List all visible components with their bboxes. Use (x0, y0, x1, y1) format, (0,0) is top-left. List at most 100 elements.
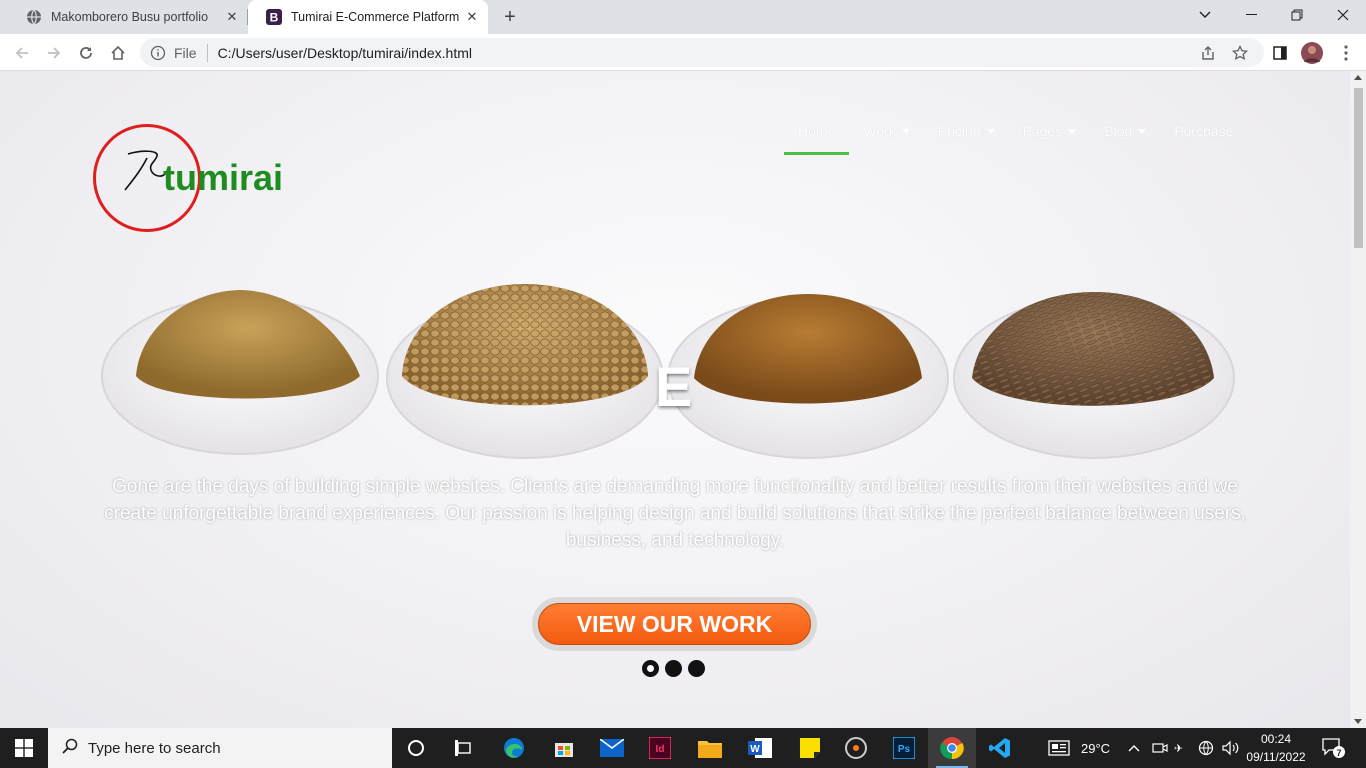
security-label: File (174, 44, 197, 61)
windows-start-button[interactable] (0, 728, 48, 768)
search-placeholder: Type here to search (88, 739, 221, 757)
tab-search-chevron-icon[interactable] (1182, 0, 1228, 30)
browser-toolbar: File C:/Users/user/Desktop/tumirai/index… (0, 34, 1366, 71)
reload-button[interactable] (72, 39, 100, 67)
close-window-button[interactable] (1320, 0, 1366, 30)
tab-portfolio[interactable]: Makomborero Busu portfolio ✕ (8, 0, 248, 34)
carousel-dot-3[interactable] (688, 660, 705, 677)
close-tab-icon[interactable]: ✕ (464, 9, 480, 25)
favicon-letter: B (270, 11, 279, 25)
svg-text:✈: ✈ (1174, 742, 1183, 755)
globe-icon (26, 9, 42, 25)
taskbar-search-box[interactable]: Type here to search (48, 728, 392, 768)
url-text[interactable]: C:/Users/user/Desktop/tumirai/index.html (218, 45, 472, 61)
home-button[interactable] (104, 39, 132, 67)
svg-text:W: W (750, 744, 760, 755)
news-widget-icon[interactable] (1048, 728, 1070, 768)
edge-browser-icon[interactable] (490, 728, 538, 768)
page-scrollbar[interactable] (1350, 71, 1366, 728)
bookmark-star-icon[interactable] (1226, 39, 1254, 67)
info-icon[interactable] (150, 45, 166, 61)
nav-item-blog[interactable]: Blog (1090, 121, 1160, 155)
vscode-icon[interactable] (976, 728, 1024, 768)
media-player-icon[interactable] (832, 728, 880, 768)
restore-button[interactable] (1274, 0, 1320, 30)
site-logo[interactable]: tumirai (93, 124, 303, 234)
input-method-icon[interactable]: ✈ (1174, 728, 1192, 768)
caret-down-icon (901, 129, 910, 134)
bowl-1 (101, 290, 379, 455)
search-icon (62, 738, 78, 758)
nav-item-pricing[interactable]: Pricing (924, 121, 1009, 155)
sticky-notes-icon[interactable] (786, 728, 834, 768)
forward-button[interactable] (40, 39, 68, 67)
scroll-up-icon[interactable] (1354, 75, 1362, 80)
microsoft-store-icon[interactable] (540, 728, 588, 768)
scroll-down-icon[interactable] (1354, 719, 1362, 724)
view-our-work-button[interactable]: VIEW OUR WORK (538, 603, 811, 645)
hero-tagline: Gone are the days of building simple web… (104, 476, 1246, 551)
nav-label: Home (798, 123, 836, 139)
logo-wordmark: tumirai (163, 157, 284, 198)
main-navigation: Home Work Pricing Pages Blog Purchase (784, 121, 1247, 155)
carousel-indicators (642, 660, 711, 677)
weather-text[interactable]: 29°C (1081, 728, 1110, 768)
windows-logo-icon (15, 739, 33, 757)
word-icon[interactable]: W (736, 728, 784, 768)
nav-label: Purchase (1174, 123, 1234, 139)
indesign-icon[interactable]: Id (636, 728, 684, 768)
clock-time: 00:24 (1260, 732, 1292, 746)
network-globe-icon[interactable] (1198, 728, 1214, 768)
carousel-dot-1[interactable] (642, 660, 659, 677)
caret-down-icon (986, 129, 995, 134)
nav-label: Work (863, 123, 896, 139)
nav-label: Pricing (937, 123, 981, 139)
nav-label: Blog (1104, 123, 1133, 139)
photoshop-icon[interactable]: Ps (880, 728, 928, 768)
notification-count: 7 (1336, 748, 1341, 758)
address-divider (206, 43, 208, 62)
nav-item-pages[interactable]: Pages (1009, 121, 1091, 155)
close-tab-icon[interactable]: ✕ (224, 9, 240, 25)
tab-title: Makomborero Busu portfolio (51, 10, 209, 24)
caret-down-icon (1068, 129, 1077, 134)
clock-date: 09/11/2022 (1246, 750, 1306, 764)
nav-item-home[interactable]: Home (784, 121, 850, 155)
nav-item-work[interactable]: Work (849, 121, 923, 155)
new-tab-button[interactable]: + (498, 5, 522, 29)
hero-letter: E (655, 355, 693, 418)
mail-icon[interactable] (588, 728, 636, 768)
show-hidden-icons-chevron-icon[interactable] (1128, 728, 1140, 768)
taskbar-clock[interactable]: 00:24 09/11/2022 (1238, 730, 1314, 766)
bowl-2 (386, 284, 664, 459)
side-panel-icon[interactable] (1266, 39, 1294, 67)
nav-item-purchase[interactable]: Purchase (1160, 121, 1247, 155)
cta-button-frame: VIEW OUR WORK (532, 597, 817, 651)
meet-now-icon[interactable] (1152, 728, 1168, 768)
browser-tabstrip: Makomborero Busu portfolio ✕ B Tumirai E… (0, 0, 1366, 34)
share-icon[interactable] (1194, 39, 1222, 67)
page-viewport: tumirai Home Work Pricing Pages Blog Pur… (0, 71, 1350, 728)
profile-avatar[interactable] (1298, 39, 1326, 67)
task-view-icon[interactable] (440, 728, 488, 768)
bowl-4 (953, 292, 1235, 459)
tab-title: Tumirai E-Commerce Platform (291, 10, 460, 24)
nav-label: Pages (1022, 123, 1063, 139)
svg-text:Id: Id (656, 744, 665, 755)
caret-down-icon (1138, 129, 1147, 134)
notification-center-icon[interactable]: 7 (1322, 728, 1346, 768)
address-bar[interactable]: File C:/Users/user/Desktop/tumirai/index… (140, 38, 1264, 67)
browser-menu-icon[interactable] (1332, 39, 1360, 67)
scrollbar-thumb[interactable] (1354, 88, 1363, 248)
file-explorer-icon[interactable] (686, 728, 734, 768)
windows-taskbar: Type here to search Id W Ps 29°C ✈ 00:24… (0, 728, 1366, 768)
tab-tumirai[interactable]: B Tumirai E-Commerce Platform ✕ (248, 0, 488, 34)
back-button[interactable] (8, 39, 36, 67)
cortana-icon[interactable] (392, 728, 440, 768)
chrome-icon[interactable] (928, 728, 976, 768)
bowl-3 (667, 294, 949, 459)
bootstrap-b-icon: B (266, 9, 282, 25)
svg-text:Ps: Ps (898, 744, 911, 755)
minimize-button[interactable] (1228, 0, 1274, 30)
carousel-dot-2[interactable] (665, 660, 682, 677)
